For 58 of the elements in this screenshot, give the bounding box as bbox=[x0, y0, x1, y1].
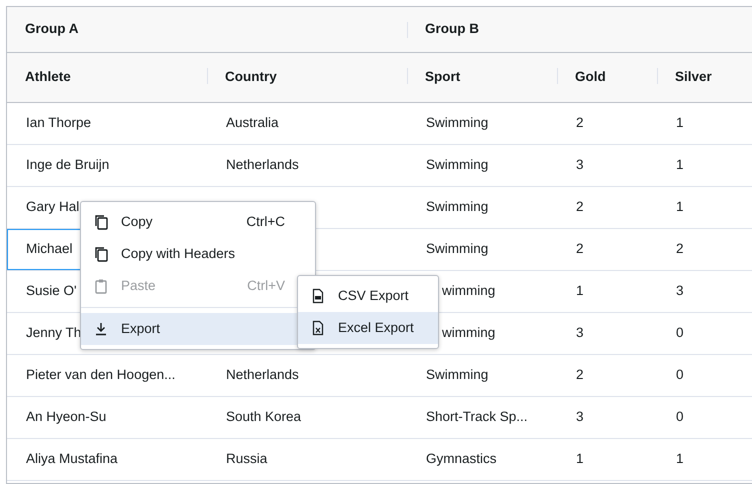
table-cell-text: 0 bbox=[676, 366, 684, 384]
table-cell-text: 1 bbox=[576, 282, 584, 300]
table-cell-text: Netherlands bbox=[226, 366, 299, 384]
table-cell-text: Swimming bbox=[426, 366, 488, 384]
shortcut-text: Ctrl+C bbox=[246, 212, 285, 231]
table-cell-text: Short-Track Sp... bbox=[426, 408, 528, 426]
table-cell-text: 2 bbox=[676, 240, 684, 258]
menu-item[interactable]: Copy Ctrl+C bbox=[81, 206, 315, 238]
csv-file-icon bbox=[310, 288, 326, 304]
table-cell-text: 1 bbox=[676, 198, 684, 216]
table-cell-text: Swimming bbox=[426, 156, 488, 174]
shortcut-text: Ctrl+V bbox=[247, 276, 285, 295]
clipboard-icon bbox=[93, 278, 109, 294]
table-cell-text: 1 bbox=[676, 156, 684, 174]
table-cell-text: An Hyeon-Su bbox=[26, 408, 106, 426]
table-cell-text: 2 bbox=[576, 366, 584, 384]
table-cell-text: Gary Hal bbox=[26, 198, 80, 216]
table-cell-text: Pieter van den Hoogen... bbox=[26, 366, 176, 384]
column-header[interactable]: Athlete bbox=[7, 53, 207, 102]
download-icon bbox=[93, 321, 109, 337]
table-cell-text: wimming bbox=[442, 282, 496, 300]
table-cell-text: wimming bbox=[442, 324, 496, 342]
copy-icon bbox=[93, 246, 109, 262]
spreadsheet-file-icon bbox=[310, 320, 326, 336]
table-cell-text: 3 bbox=[576, 408, 584, 426]
column-header[interactable]: Silver bbox=[657, 53, 752, 102]
copy-icon bbox=[93, 214, 109, 230]
table-cell-text: Ian Thorpe bbox=[26, 114, 92, 132]
table-cell-text: 1 bbox=[576, 450, 584, 468]
table-cell-text: 1 bbox=[676, 114, 684, 132]
table-cell-text: Susie O' bbox=[26, 282, 77, 300]
table-cell-text: Swimming bbox=[426, 240, 488, 258]
table-cell-text: 3 bbox=[576, 156, 584, 174]
menu-item[interactable]: Copy with Headers bbox=[81, 238, 315, 270]
group-header: Group B bbox=[407, 7, 752, 52]
column-header[interactable]: Sport bbox=[407, 53, 557, 102]
group-header: Group A bbox=[24, 20, 80, 38]
table-cell-text: Russia bbox=[226, 450, 268, 468]
table-cell-text: Australia bbox=[226, 114, 279, 132]
table-cell-text: 0 bbox=[676, 324, 684, 342]
table-cell-text: 1 bbox=[676, 450, 684, 468]
table-cell-text: 0 bbox=[676, 408, 684, 426]
table-cell-text: 2 bbox=[576, 198, 584, 216]
table-cell-text: Gymnastics bbox=[426, 450, 497, 468]
table-cell-text: Netherlands bbox=[226, 156, 299, 174]
column-header[interactable]: Country bbox=[207, 53, 407, 102]
table-cell-text: Inge de Bruijn bbox=[26, 156, 110, 174]
table-cell-text: 2 bbox=[576, 240, 584, 258]
table-cell-text: South Korea bbox=[226, 408, 302, 426]
table-cell-text: 3 bbox=[576, 324, 584, 342]
table-cell-text: Michael bbox=[26, 240, 73, 258]
table-cell-text: Swimming bbox=[426, 114, 488, 132]
table-cell-text: 2 bbox=[576, 114, 584, 132]
column-header[interactable]: Gold bbox=[557, 53, 657, 102]
table-cell-text: 3 bbox=[676, 282, 684, 300]
table-cell-text: Swimming bbox=[426, 198, 488, 216]
table-cell-text: Aliya Mustafina bbox=[26, 450, 118, 468]
menu-item[interactable]: Excel Export bbox=[298, 312, 438, 344]
